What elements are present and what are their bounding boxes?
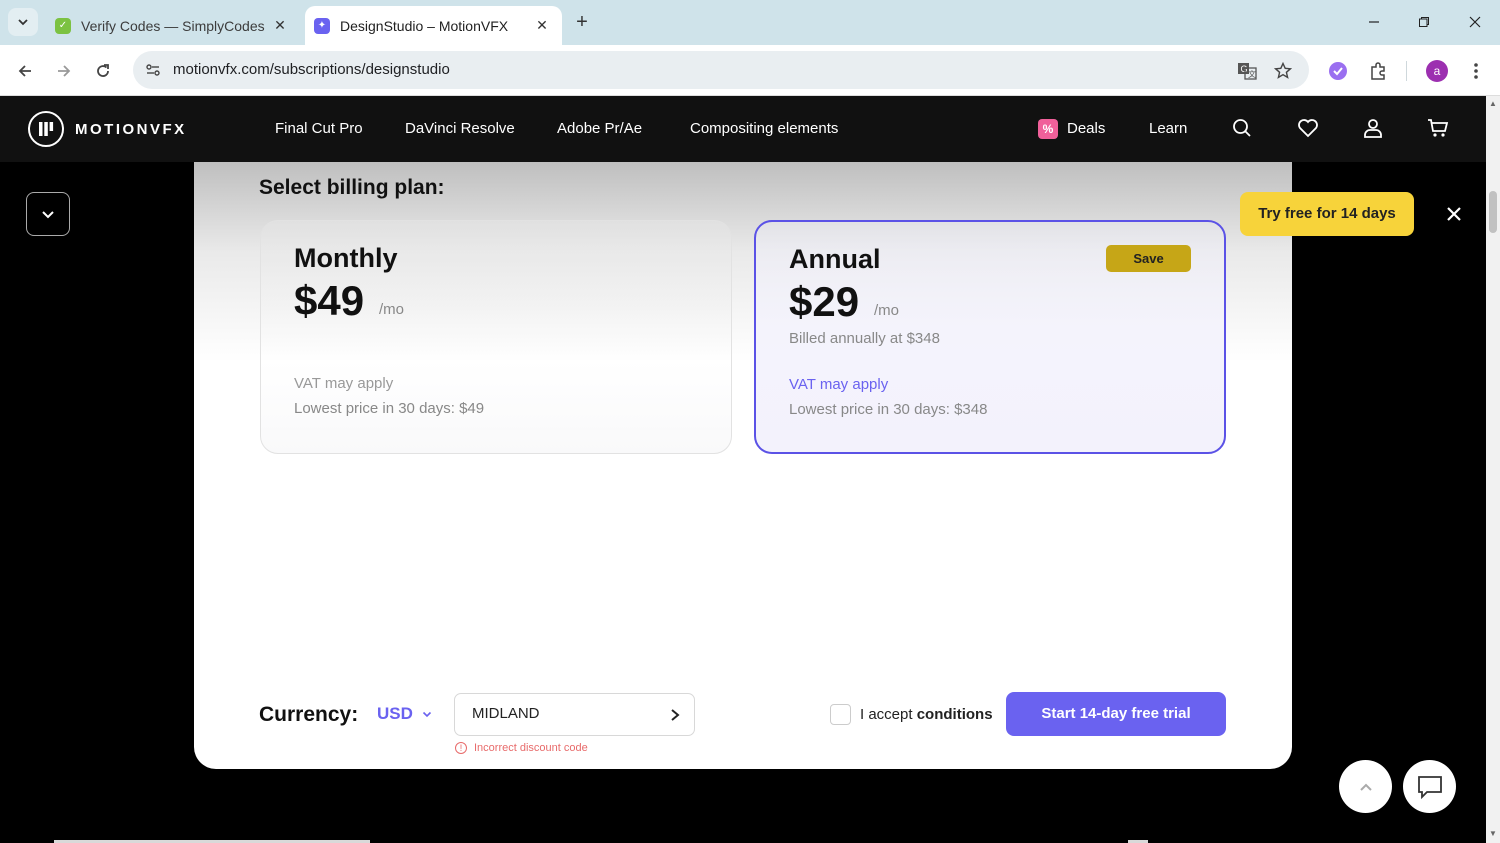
conditions-link[interactable]: conditions bbox=[917, 706, 993, 723]
accept-prefix: I accept bbox=[860, 706, 913, 723]
close-tab-icon[interactable]: ✕ bbox=[270, 16, 290, 36]
tab-simplycodes[interactable]: ✓ Verify Codes — SimplyCodes ✕ bbox=[46, 6, 300, 45]
back-button[interactable] bbox=[11, 57, 39, 85]
restore-icon bbox=[1419, 17, 1429, 27]
forward-button[interactable] bbox=[50, 57, 78, 85]
address-bar[interactable]: motionvfx.com/subscriptions/designstudio… bbox=[133, 51, 1309, 89]
discount-code-field[interactable] bbox=[454, 693, 695, 736]
bookmark-star-icon[interactable] bbox=[1272, 60, 1294, 82]
plan-card-annual[interactable]: Annual Save $29 /mo Billed annually at $… bbox=[754, 220, 1226, 454]
close-tab-icon[interactable]: ✕ bbox=[532, 16, 552, 36]
nav-deals[interactable]: Deals bbox=[1067, 120, 1105, 137]
nav-final-cut-pro[interactable]: Final Cut Pro bbox=[275, 120, 363, 137]
chevron-down-icon bbox=[18, 19, 28, 26]
accept-conditions-label[interactable]: I accept conditions bbox=[860, 706, 993, 723]
currency-select[interactable]: USD bbox=[377, 704, 433, 724]
site-header: MOTIONVFX Final Cut Pro DaVinci Resolve … bbox=[0, 96, 1486, 162]
arrow-left-icon bbox=[18, 65, 31, 77]
scroll-to-top-button[interactable] bbox=[1339, 760, 1392, 813]
page-scrollbar[interactable]: ▲ ▼ bbox=[1486, 96, 1500, 843]
currency-label: Currency: bbox=[259, 703, 359, 726]
apply-discount-button[interactable] bbox=[666, 706, 684, 724]
svg-text:G: G bbox=[1241, 64, 1248, 74]
start-free-trial-button[interactable]: Start 14-day free trial bbox=[1006, 692, 1226, 736]
profile-avatar[interactable]: a bbox=[1424, 58, 1450, 84]
plan-price: $29 bbox=[789, 278, 860, 325]
new-tab-button[interactable]: + bbox=[570, 10, 594, 34]
simplycodes-favicon-icon: ✓ bbox=[55, 17, 71, 34]
close-panel-button[interactable] bbox=[1442, 202, 1466, 226]
reload-button[interactable] bbox=[89, 57, 117, 85]
plan-name: Monthly bbox=[294, 243, 398, 273]
plan-price-period: /mo bbox=[874, 302, 900, 319]
nav-compositing-elements[interactable]: Compositing elements bbox=[690, 120, 838, 137]
nav-adobe-pr-ae[interactable]: Adobe Pr/Ae bbox=[557, 120, 642, 137]
restore-button[interactable] bbox=[1409, 8, 1439, 36]
plan-name: Annual bbox=[789, 244, 881, 274]
wishlist-heart-icon[interactable] bbox=[1296, 116, 1320, 140]
try-free-button[interactable]: Try free for 14 days bbox=[1240, 192, 1414, 236]
tab-title: DesignStudio – MotionVFX bbox=[340, 17, 509, 34]
browser-tab-bar: ✓ Verify Codes — SimplyCodes ✕ ✦ DesignS… bbox=[0, 0, 1500, 45]
discount-error-text: Incorrect discount code bbox=[474, 742, 588, 754]
toolbar-divider bbox=[1406, 61, 1407, 81]
logo-text: MOTIONVFX bbox=[75, 120, 187, 138]
tab-search-button[interactable] bbox=[8, 8, 38, 36]
nav-davinci-resolve[interactable]: DaVinci Resolve bbox=[405, 120, 515, 137]
tab-designstudio[interactable]: ✦ DesignStudio – MotionVFX ✕ bbox=[305, 6, 562, 45]
browser-toolbar: motionvfx.com/subscriptions/designstudio… bbox=[0, 45, 1500, 96]
motionvfx-logo-icon bbox=[28, 111, 64, 147]
plan-price-period: /mo bbox=[379, 301, 405, 318]
motionvfx-favicon-icon: ✦ bbox=[314, 17, 330, 34]
chevron-right-icon bbox=[671, 709, 680, 721]
browser-menu-icon[interactable] bbox=[1463, 58, 1489, 84]
plan-vat-link[interactable]: VAT may apply bbox=[789, 376, 888, 393]
error-info-icon: ! bbox=[455, 742, 467, 754]
arrow-right-icon bbox=[58, 65, 71, 77]
deals-percent-icon: % bbox=[1038, 119, 1058, 139]
currency-value: USD bbox=[377, 704, 413, 723]
plan-billed-note: Billed annually at $348 bbox=[789, 330, 940, 347]
plan-card-monthly[interactable]: Monthly $49 /mo VAT may apply Lowest pri… bbox=[260, 220, 732, 454]
minimize-button[interactable] bbox=[1359, 8, 1389, 36]
nav-learn[interactable]: Learn bbox=[1149, 120, 1187, 137]
scroll-down-arrow-icon[interactable]: ▼ bbox=[1488, 829, 1498, 839]
plan-lowest-price: Lowest price in 30 days: $348 bbox=[789, 401, 988, 418]
account-user-icon[interactable] bbox=[1361, 116, 1385, 140]
search-icon[interactable] bbox=[1230, 116, 1254, 140]
reload-icon bbox=[97, 64, 109, 77]
avatar-initial: a bbox=[1426, 60, 1448, 82]
plan-price: $49 bbox=[294, 277, 365, 324]
chevron-down-icon bbox=[422, 711, 431, 718]
plan-lowest-price: Lowest price in 30 days: $49 bbox=[294, 400, 485, 417]
url-text[interactable]: motionvfx.com/subscriptions/designstudio bbox=[173, 61, 450, 78]
chat-button[interactable] bbox=[1403, 760, 1456, 813]
minimize-icon bbox=[1369, 21, 1379, 23]
extensions-puzzle-icon[interactable] bbox=[1365, 58, 1391, 84]
chevron-down-icon bbox=[42, 211, 54, 219]
scroll-up-arrow-icon[interactable]: ▲ bbox=[1488, 99, 1498, 109]
plan-vat-note: VAT may apply bbox=[294, 375, 394, 392]
discount-error-message: ! Incorrect discount code bbox=[455, 742, 588, 754]
save-badge: Save bbox=[1106, 245, 1191, 272]
cart-icon[interactable] bbox=[1426, 116, 1450, 140]
billing-plan-panel: Select billing plan: Monthly $49 /mo VAT… bbox=[194, 162, 1292, 769]
scrollbar-thumb[interactable] bbox=[1489, 191, 1497, 233]
motionvfx-logo[interactable]: MOTIONVFX bbox=[28, 111, 187, 147]
close-window-button[interactable] bbox=[1460, 8, 1490, 36]
close-icon bbox=[1447, 207, 1461, 221]
site-info-icon[interactable] bbox=[143, 60, 163, 80]
discount-code-input[interactable] bbox=[472, 705, 662, 722]
svg-text:文: 文 bbox=[1248, 69, 1256, 79]
chat-bubble-icon bbox=[1417, 775, 1442, 799]
billing-plan-title: Select billing plan: bbox=[259, 176, 445, 199]
close-icon bbox=[1469, 16, 1481, 28]
collapse-panel-button[interactable] bbox=[26, 192, 70, 236]
chevron-up-icon bbox=[1359, 783, 1372, 791]
extension-simplycodes-icon[interactable] bbox=[1325, 58, 1351, 84]
translate-icon[interactable]: G文 bbox=[1236, 60, 1258, 82]
accept-conditions-checkbox[interactable] bbox=[830, 704, 851, 725]
tab-title: Verify Codes — SimplyCodes bbox=[81, 17, 265, 34]
